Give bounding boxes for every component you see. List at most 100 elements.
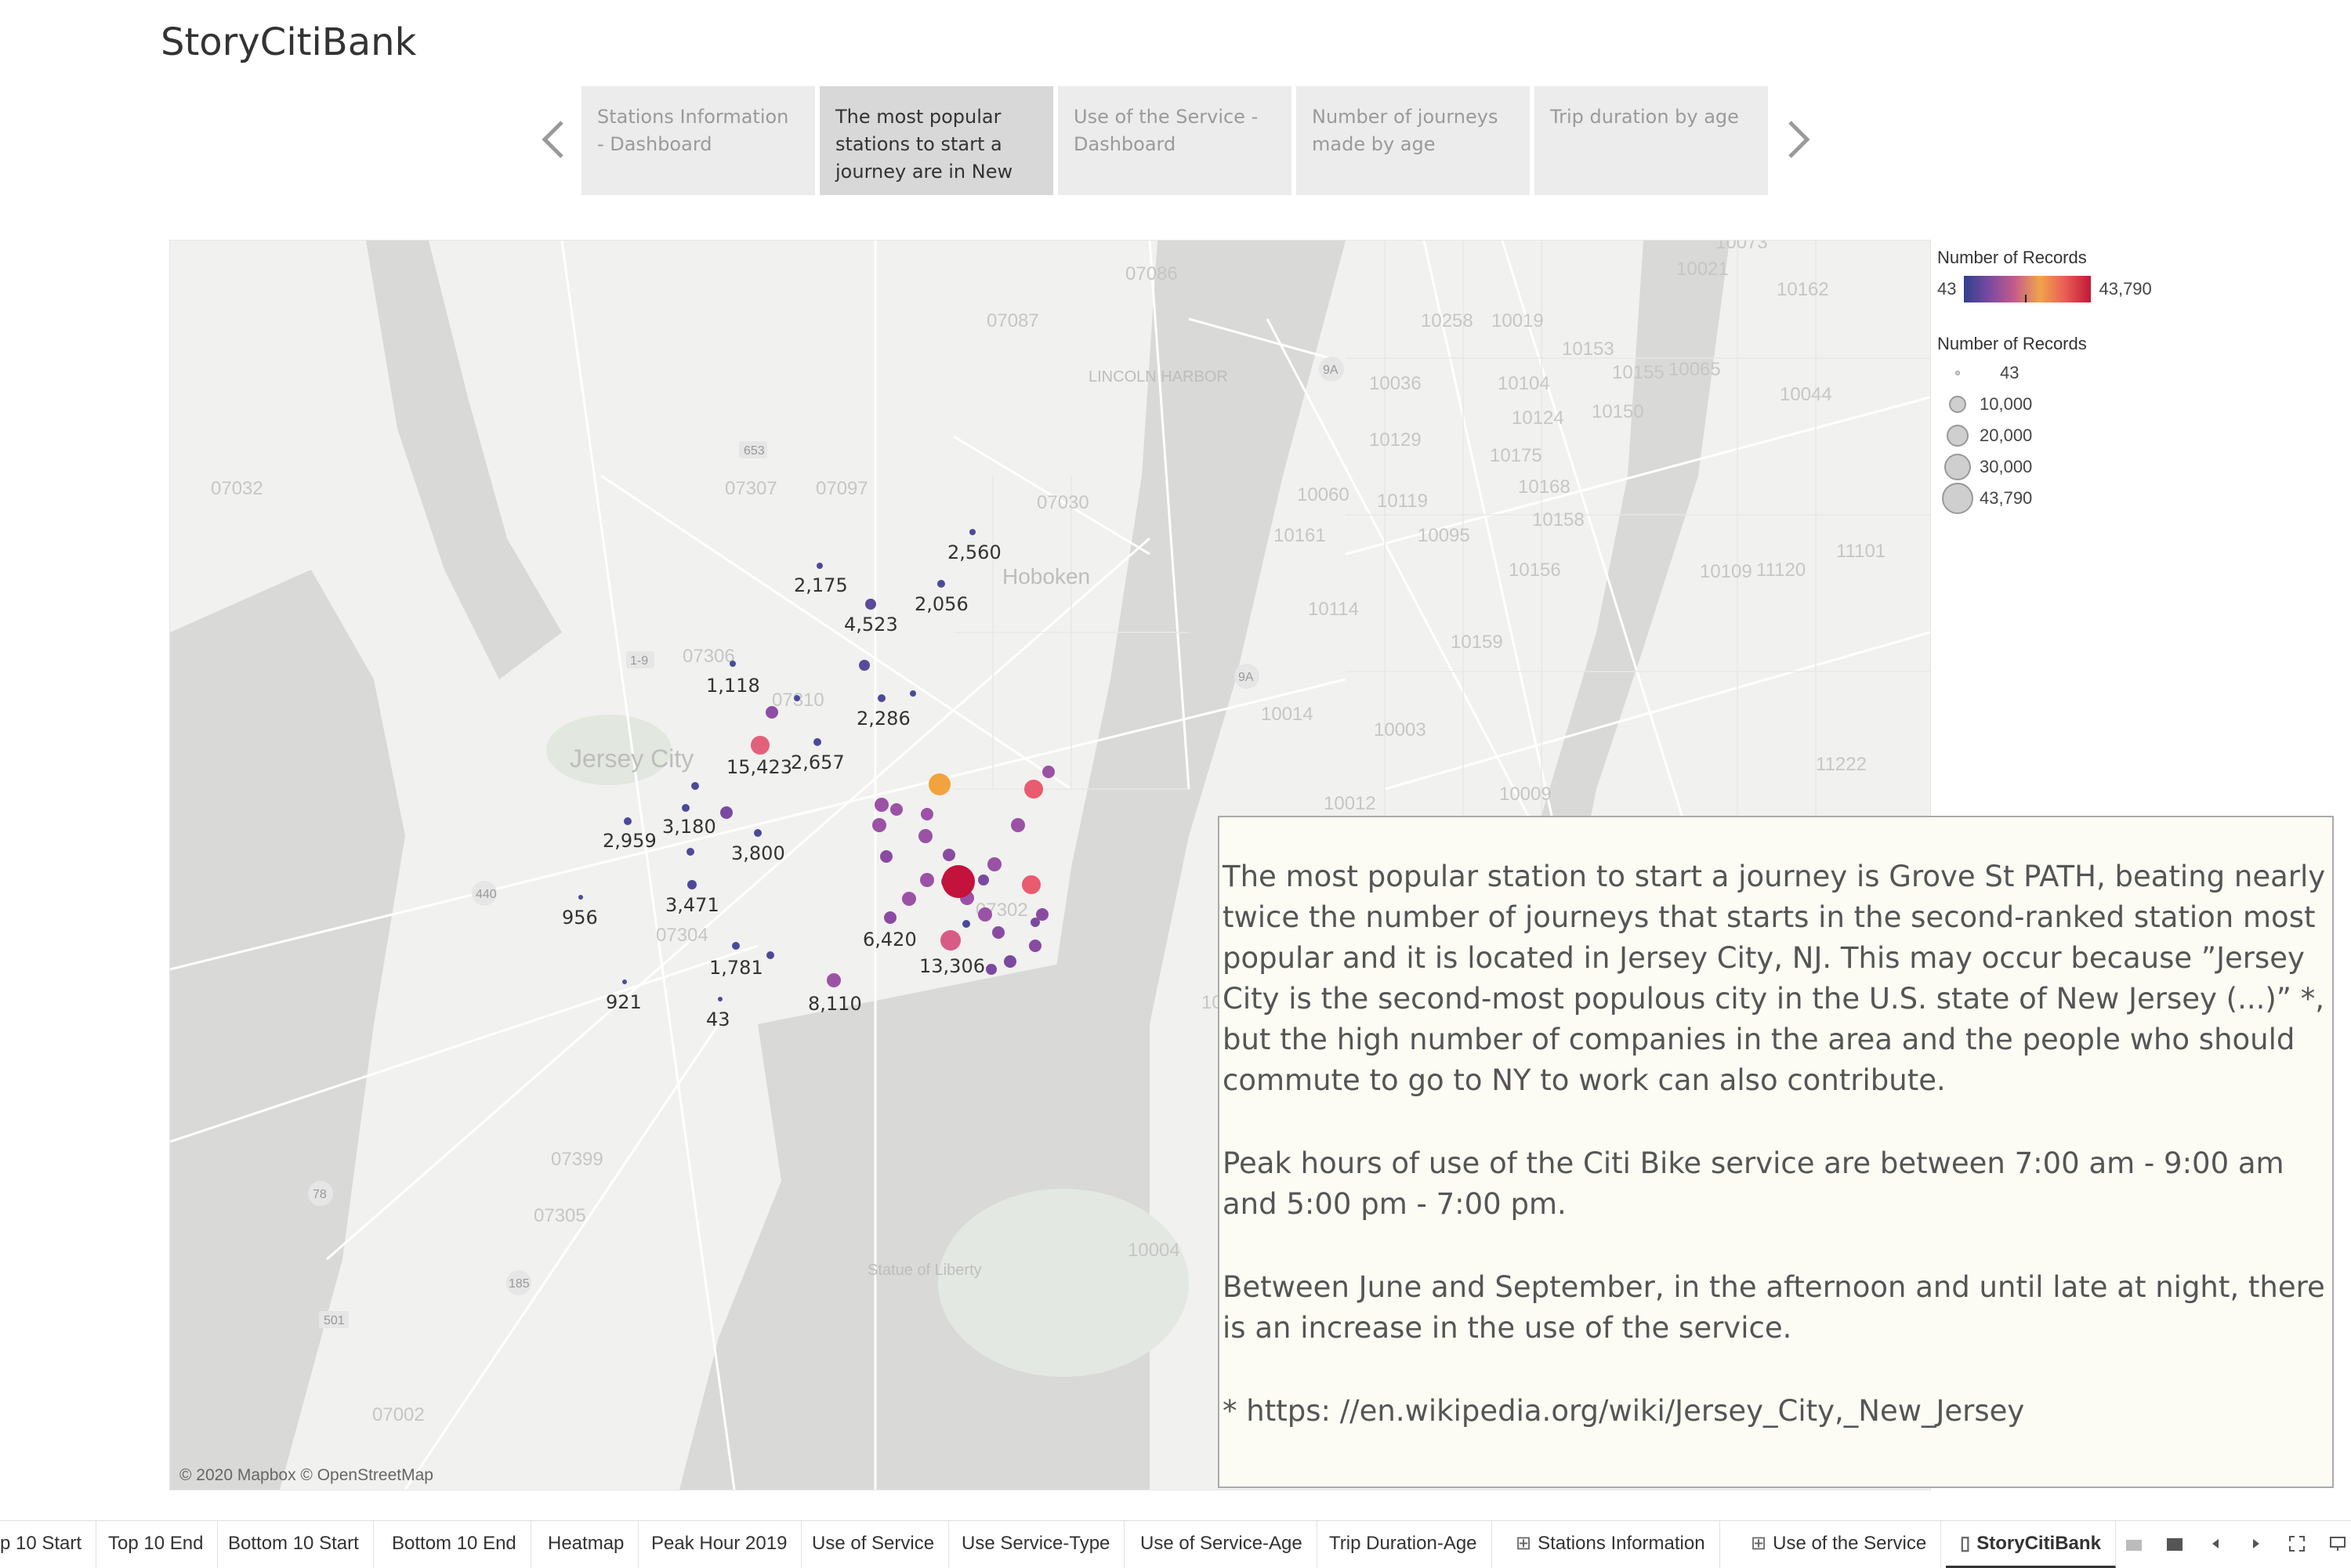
sheet-tab[interactable]: Trip Duration-Age [1315,1521,1492,1568]
station-marker[interactable] [1004,955,1016,968]
station-marker[interactable] [937,580,945,588]
station-marker[interactable] [992,926,1005,939]
station-marker[interactable] [1011,818,1025,832]
sheet-tab[interactable]: Bottom 10 Start [214,1521,374,1568]
station-marker[interactable] [1024,780,1043,798]
station-marker[interactable] [978,907,992,922]
story-point-stations-information[interactable]: Stations Information - Dashboard [581,86,815,195]
fullscreen-icon[interactable] [2287,1534,2307,1554]
station-value-label: 2,657 [791,751,845,773]
station-marker[interactable] [730,661,736,667]
tab-label: Bottom 10 End [392,1533,516,1554]
station-marker[interactable] [921,808,933,820]
station-value-label: 8,110 [808,993,862,1015]
station-marker[interactable] [1029,940,1041,952]
station-marker[interactable] [751,736,770,755]
tab-label: Use of Service [812,1533,935,1554]
zip-label: 10104 [1498,373,1550,394]
station-marker[interactable] [718,997,723,1001]
story-title: StoryCitiBank [161,20,417,64]
station-marker[interactable] [1022,875,1041,894]
map-attribution[interactable]: © 2020 Mapbox © OpenStreetMap [179,1466,433,1485]
station-marker[interactable] [962,920,970,928]
next-story-point-arrow-icon[interactable] [1779,116,1818,163]
station-marker[interactable] [766,706,778,719]
station-marker[interactable] [732,942,740,950]
zip-label: 07305 [534,1205,586,1226]
station-marker[interactable] [827,973,841,987]
station-marker[interactable] [880,850,893,863]
station-marker[interactable] [1031,918,1040,927]
sheet-tab[interactable]: p 10 Start [0,1521,97,1568]
sheet-tab-active[interactable]: ▯ StoryCitiBank [1946,1521,2116,1568]
station-marker[interactable] [754,829,762,837]
sheet-tab[interactable]: Use of Service [798,1521,950,1568]
zip-label: 10044 [1780,384,1832,405]
station-marker[interactable] [884,911,897,924]
station-marker[interactable] [1042,766,1055,778]
station-marker[interactable] [686,848,694,856]
story-point-popular-stations[interactable]: The most popular stations to start a jou… [820,86,1053,195]
station-marker-grove-st-path[interactable] [942,865,975,898]
size-legend-value: 30,000 [1980,457,2033,476]
station-marker[interactable] [929,773,951,795]
station-marker[interactable] [872,818,886,832]
station-marker[interactable] [940,930,961,951]
sheet-tab[interactable]: ⊞ Stations Information [1502,1521,1720,1568]
presentation-icon[interactable] [2327,1534,2348,1554]
station-marker[interactable] [918,829,933,843]
station-marker[interactable] [578,895,583,900]
sheet-tab[interactable]: Top 10 End [94,1521,219,1568]
station-marker[interactable] [986,964,997,975]
station-value-label: 3,800 [731,842,785,864]
station-marker[interactable] [875,798,889,812]
station-marker[interactable] [691,782,699,790]
station-marker[interactable] [920,873,934,887]
zip-label: 10003 [1374,719,1426,741]
next-sheet-icon[interactable] [2246,1534,2266,1554]
sheet-tab[interactable]: Heatmap [534,1521,639,1568]
story-point-journeys-by-age[interactable]: Number of journeys made by age [1296,86,1530,195]
place-label-lincoln-harbor: LINCOLN HARBOR [1089,368,1228,386]
zip-label: 10175 [1490,445,1542,466]
story-point-trip-duration[interactable]: Trip duration by age [1534,86,1768,195]
station-marker[interactable] [794,695,800,701]
station-marker[interactable] [987,857,1002,871]
zip-label: 10012 [1324,793,1376,814]
sheet-tab[interactable]: Use Service-Type [947,1521,1125,1568]
station-marker[interactable] [902,892,916,906]
zip-label: 07002 [372,1404,425,1425]
story-point-use-of-service[interactable]: Use of the Service - Dashboard [1058,86,1291,195]
size-legend-value: 10,000 [1980,394,2033,414]
station-marker[interactable] [682,804,690,812]
station-marker[interactable] [978,875,989,885]
station-marker[interactable] [878,694,886,702]
station-marker[interactable] [813,738,821,746]
dashboard-icon: ⊞ [1751,1533,1767,1554]
station-marker[interactable] [865,599,876,610]
station-marker[interactable] [969,529,976,535]
size-legend-title: Number of Records [1937,334,2087,353]
road-shield-label: 9A [1238,671,1254,684]
tab-label: p 10 Start [0,1533,82,1554]
sheet-tab[interactable]: ⊞ Use of the Service [1737,1521,1942,1568]
zip-label: 07307 [725,478,777,499]
station-marker[interactable] [910,690,916,697]
station-marker[interactable] [687,880,697,889]
station-marker[interactable] [622,980,627,984]
sheet-tab[interactable]: Peak Hour 2019 [637,1521,802,1568]
station-marker[interactable] [766,951,774,959]
previous-story-point-arrow-icon[interactable] [535,116,574,163]
sheet-tab[interactable]: Use of Service-Age [1126,1521,1317,1568]
station-marker[interactable] [943,849,955,861]
station-marker[interactable] [890,803,903,816]
station-marker[interactable] [859,660,870,671]
show-filmstrip-icon[interactable] [2124,1534,2144,1554]
station-marker[interactable] [817,563,823,569]
sheet-tab[interactable]: Bottom 10 End [378,1521,531,1568]
station-marker[interactable] [720,806,733,819]
show-tabs-icon[interactable] [2164,1534,2185,1554]
station-marker[interactable] [624,817,632,825]
place-label-jersey-city: Jersey City [570,744,694,773]
prev-sheet-icon[interactable] [2205,1534,2226,1554]
